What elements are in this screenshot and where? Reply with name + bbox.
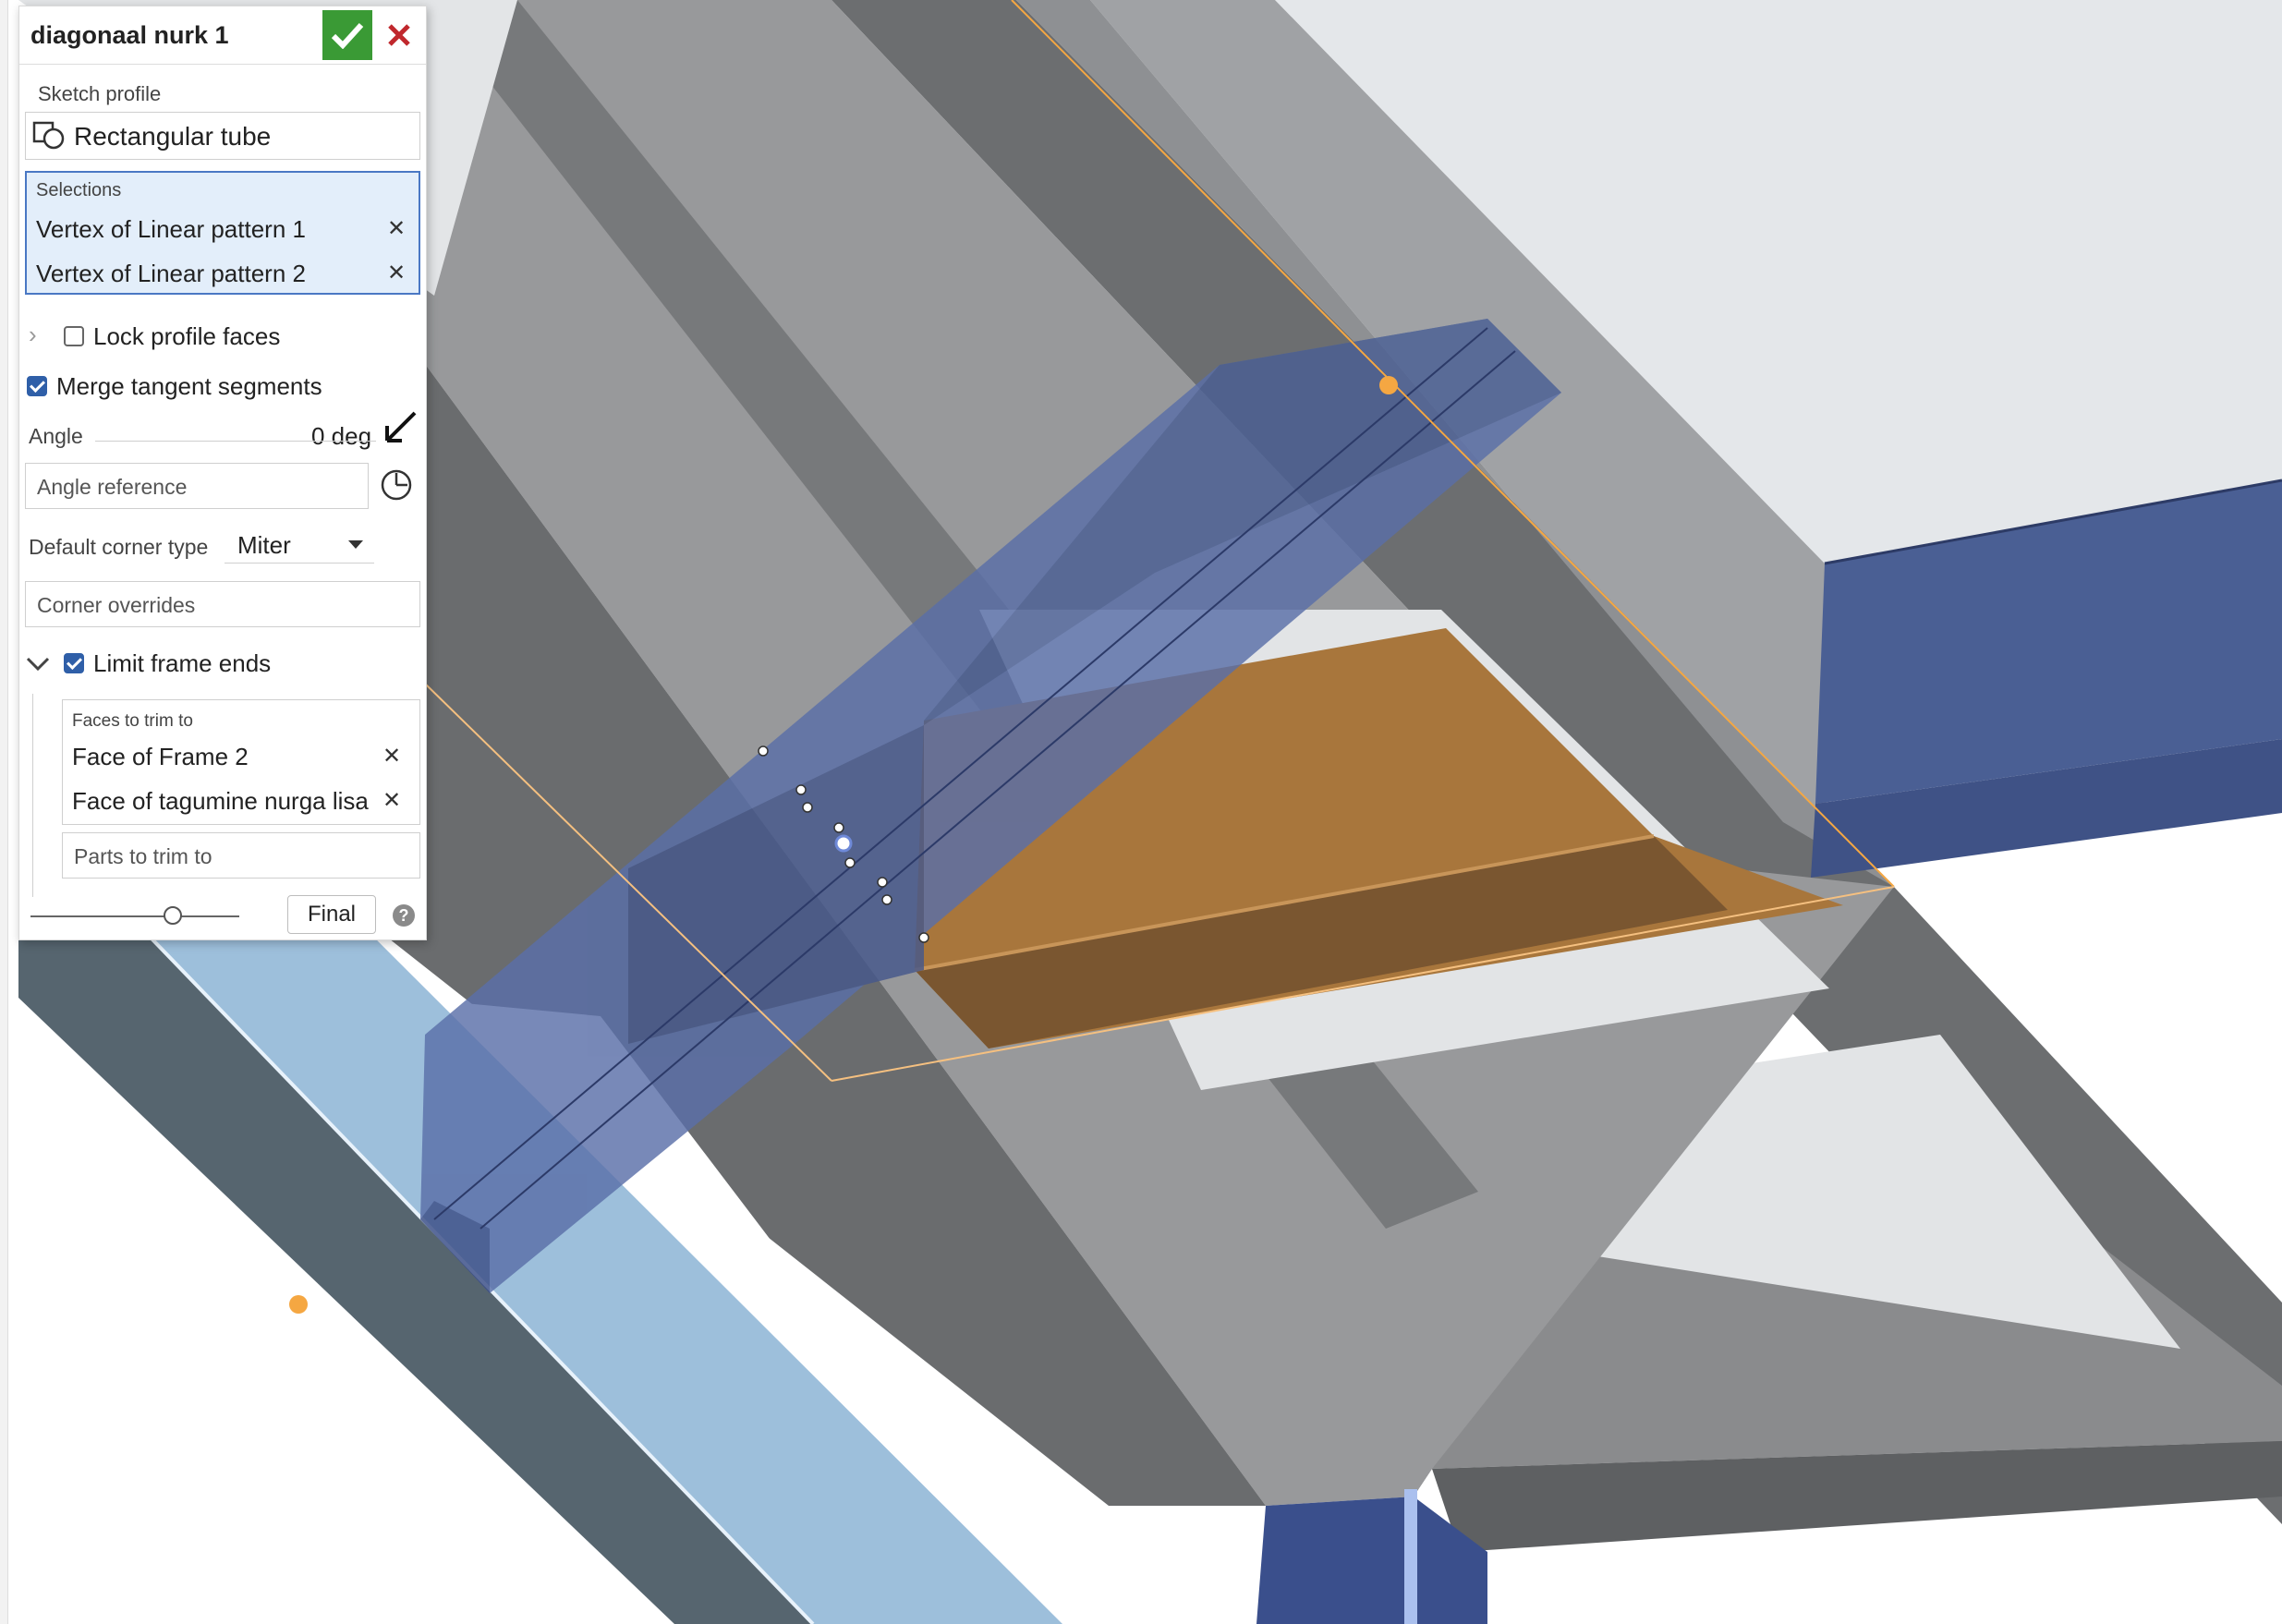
sketch-profile-label: Sketch profile [38, 82, 162, 105]
final-button[interactable]: Final [287, 895, 376, 934]
remove-selection-2-icon[interactable]: ✕ [385, 260, 407, 286]
vertex-point-2 [289, 1295, 308, 1314]
remove-selection-1-icon[interactable]: ✕ [385, 215, 407, 242]
chevron-right-icon[interactable]: › [29, 321, 37, 349]
accept-button[interactable] [322, 10, 372, 60]
angle-underline [95, 441, 376, 442]
selections-label: Selections [36, 180, 122, 200]
face-item-1[interactable]: Face of Frame 2 [72, 743, 249, 771]
selection-item-2[interactable]: Vertex of Linear pattern 2 [36, 260, 306, 288]
corner-overrides-field[interactable]: Corner overrides [25, 581, 420, 627]
sketch-profile-value: Rectangular tube [74, 122, 272, 151]
parts-to-trim-field[interactable]: Parts to trim to [62, 832, 420, 879]
rollback-slider-handle[interactable] [164, 906, 182, 925]
close-icon [388, 24, 410, 46]
remove-face-1-icon[interactable]: ✕ [381, 743, 403, 770]
remove-face-2-icon[interactable]: ✕ [381, 787, 403, 814]
angle-reference-field[interactable]: Angle reference [25, 463, 369, 509]
merge-tangent-segments-checkbox[interactable] [27, 376, 47, 396]
merge-tangent-segments-label: Merge tangent segments [56, 372, 322, 400]
selection-item-1[interactable]: Vertex of Linear pattern 1 [36, 215, 306, 244]
angle-reference-icon[interactable] [380, 468, 413, 502]
left-panel-edge [0, 0, 8, 1624]
chevron-down-icon [348, 540, 363, 549]
face-item-2[interactable]: Face of tagumine nurga lisa [72, 787, 369, 816]
flip-direction-icon[interactable] [382, 409, 419, 446]
lock-profile-faces-label: Lock profile faces [93, 322, 281, 350]
angle-value[interactable]: 0 deg [311, 422, 371, 451]
help-icon[interactable]: ? [393, 904, 415, 927]
vertex-point-1 [1379, 376, 1398, 394]
cancel-button[interactable] [374, 10, 424, 60]
angle-label: Angle [29, 424, 83, 448]
nested-guide [32, 694, 52, 897]
limit-frame-ends-label: Limit frame ends [93, 649, 272, 677]
chevron-down-expand-icon[interactable] [25, 655, 51, 673]
corner-type-label: Default corner type [29, 535, 209, 559]
selections-box[interactable]: Selections Vertex of Linear pattern 1 ✕ … [25, 171, 420, 295]
faces-to-trim-box[interactable]: Faces to trim to Face of Frame 2 ✕ Face … [62, 699, 420, 825]
profile-icon [32, 121, 65, 150]
limit-frame-ends-checkbox[interactable] [64, 653, 84, 673]
faces-to-trim-label: Faces to trim to [72, 711, 193, 731]
parts-to-trim-placeholder: Parts to trim to [74, 844, 212, 868]
corner-overrides-placeholder: Corner overrides [37, 593, 196, 617]
angle-reference-placeholder: Angle reference [37, 475, 188, 499]
lock-profile-faces-checkbox[interactable] [64, 326, 84, 346]
checkmark-icon [331, 22, 364, 49]
corner-type-value: Miter [237, 531, 291, 559]
dialog-title: diagonaal nurk 1 [30, 21, 229, 49]
rollback-slider-track[interactable] [30, 915, 239, 917]
sketch-profile-field[interactable]: Rectangular tube [25, 112, 420, 160]
dialog-header: diagonaal nurk 1 [19, 6, 426, 65]
feature-dialog: diagonaal nurk 1 Sketch profile Rectangu… [18, 6, 427, 940]
corner-type-select[interactable]: Miter [225, 524, 374, 564]
